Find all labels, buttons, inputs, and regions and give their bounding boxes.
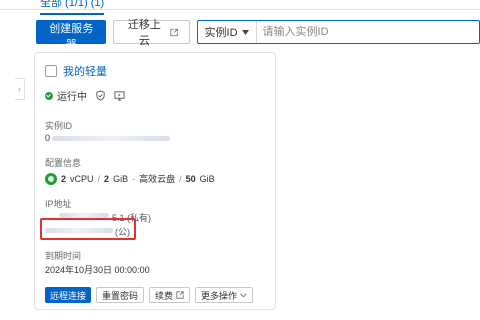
monitor-icon[interactable]	[113, 90, 125, 102]
more-actions-label: 更多操作	[201, 290, 238, 301]
card-actions: 远程连接 重置密码 续费 更多操作	[45, 287, 254, 303]
search-box: 实例ID	[196, 20, 480, 44]
remote-connect-button[interactable]: 远程连接	[45, 287, 92, 303]
toolbar: 创建服务器 迁移上云 实例ID	[36, 19, 480, 51]
chevron-down-icon	[240, 292, 247, 297]
expire-label: 到期时间	[45, 251, 82, 261]
ip-label: IP地址	[45, 199, 72, 209]
separator: /	[179, 173, 182, 184]
search-field-select[interactable]: 实例ID	[198, 21, 257, 43]
check-circle-icon	[45, 91, 53, 100]
separator: -	[132, 173, 136, 184]
more-actions-button[interactable]: 更多操作	[195, 287, 254, 303]
instance-card: 我的轻量 运行中 实例ID 0 配置信息 2 vCPU / 2 GiB - 高效…	[34, 52, 276, 310]
chevron-left-icon: ‹	[18, 84, 21, 94]
reset-password-label: 重置密码	[102, 290, 139, 301]
cpu-count: 2	[61, 173, 67, 184]
disk-size: 50	[185, 173, 196, 184]
config-label: 配置信息	[45, 158, 82, 168]
search-input[interactable]	[256, 21, 479, 43]
instance-id-prefix: 0	[45, 133, 51, 143]
reset-password-button[interactable]: 重置密码	[96, 287, 145, 303]
config-row: 2 vCPU / 2 GiB - 高效云盘 / 50 GiB	[45, 172, 215, 185]
shield-icon[interactable]	[94, 90, 106, 102]
os-logo-icon	[45, 172, 57, 185]
separator: /	[97, 173, 101, 184]
instance-id-value: 0	[45, 133, 50, 143]
search-field-label: 实例ID	[204, 27, 238, 39]
tab-bar: 全部 (1/1) (1)	[0, 0, 480, 15]
instance-checkbox[interactable]	[45, 65, 57, 77]
tab-all[interactable]: 全部 (1/1) (1)	[40, 0, 105, 15]
instance-id-redacted	[52, 136, 170, 141]
status-badge: 运行中	[57, 92, 87, 103]
renew-button[interactable]: 续费	[149, 287, 191, 303]
renew-label: 续费	[155, 290, 174, 301]
sidebar-collapse-handle[interactable]: ‹	[15, 78, 25, 100]
create-server-button[interactable]: 创建服务器	[36, 20, 107, 51]
migrate-button[interactable]: 迁移上云	[113, 19, 190, 47]
expire-value: 2024年10月30日 00:00:00	[45, 265, 150, 275]
chevron-down-icon	[241, 29, 249, 35]
memory-size: 2	[104, 173, 110, 184]
instance-name-link[interactable]: 我的轻量	[63, 63, 107, 79]
external-link-icon	[170, 28, 179, 36]
card-header: 我的轻量	[45, 63, 107, 79]
external-link-icon	[176, 291, 184, 299]
status-row: 运行中	[45, 88, 125, 103]
instance-id-label: 实例ID	[45, 121, 73, 131]
public-ip-highlight	[40, 218, 136, 240]
migrate-button-label: 迁移上云	[127, 19, 161, 47]
disk-type: 高效云盘	[139, 174, 176, 184]
memory-unit: GiB	[113, 173, 129, 184]
disk-unit: GiB	[199, 173, 215, 184]
cpu-unit: vCPU	[70, 173, 94, 184]
